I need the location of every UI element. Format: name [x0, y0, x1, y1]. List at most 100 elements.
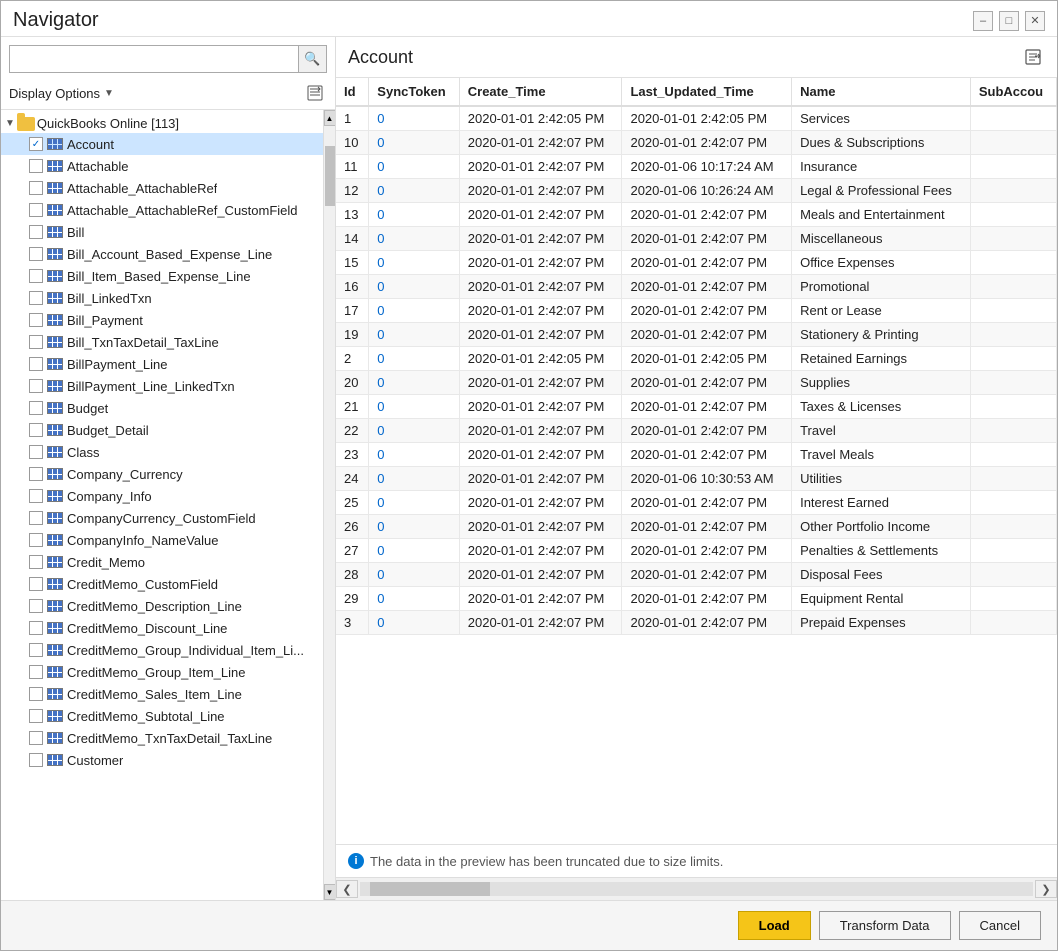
tree-item-class[interactable]: Class: [1, 441, 323, 463]
refresh-button[interactable]: [303, 81, 327, 105]
col-subaccount[interactable]: SubAccou: [970, 78, 1056, 106]
tree-item-billpayment-line-linked[interactable]: BillPayment_Line_LinkedTxn: [1, 375, 323, 397]
tree-item-creditmemo-custom[interactable]: CreditMemo_CustomField: [1, 573, 323, 595]
cancel-button[interactable]: Cancel: [959, 911, 1041, 940]
checkbox-attachable[interactable]: [29, 159, 43, 173]
col-id[interactable]: Id: [336, 78, 369, 106]
tree-item-label-bill-tax: Bill_TxnTaxDetail_TaxLine: [67, 335, 219, 350]
tree-item-companyinfo-namevalue[interactable]: CompanyInfo_NameValue: [1, 529, 323, 551]
cell-synctoken: 0: [369, 515, 459, 539]
checkbox-creditmemo-sales[interactable]: [29, 687, 43, 701]
tree-item-bill-linked[interactable]: Bill_LinkedTxn: [1, 287, 323, 309]
col-last-updated[interactable]: Last_Updated_Time: [622, 78, 792, 106]
cell-last-updated: 2020-01-01 2:42:07 PM: [622, 419, 792, 443]
tree-item-company-info[interactable]: Company_Info: [1, 485, 323, 507]
search-input[interactable]: [10, 48, 298, 71]
checkbox-company-currency-custom[interactable]: [29, 511, 43, 525]
cell-synctoken: 0: [369, 299, 459, 323]
checkbox-creditmemo-desc[interactable]: [29, 599, 43, 613]
checkbox-billpayment-line-linked[interactable]: [29, 379, 43, 393]
cell-name: Penalties & Settlements: [792, 539, 971, 563]
checkbox-company-currency[interactable]: [29, 467, 43, 481]
tree-item-creditmemo-group-individual[interactable]: CreditMemo_Group_Individual_Item_Li...: [1, 639, 323, 661]
col-name[interactable]: Name: [792, 78, 971, 106]
tree-item-attachable-ref[interactable]: Attachable_AttachableRef: [1, 177, 323, 199]
tree-item-creditmemo-subtotal[interactable]: CreditMemo_Subtotal_Line: [1, 705, 323, 727]
tree-item-attachable[interactable]: Attachable: [1, 155, 323, 177]
h-scrollbar-track[interactable]: [360, 882, 1033, 896]
checkbox-creditmemo-tax[interactable]: [29, 731, 43, 745]
display-options-button[interactable]: Display Options ▼: [9, 86, 114, 101]
search-button[interactable]: 🔍: [298, 46, 326, 72]
tree-item-bill-payment[interactable]: Bill_Payment: [1, 309, 323, 331]
h-scrollbar-thumb[interactable]: [370, 882, 490, 896]
tree-item-company-currency-custom[interactable]: CompanyCurrency_CustomField: [1, 507, 323, 529]
display-options-label: Display Options: [9, 86, 100, 101]
checkbox-budget[interactable]: [29, 401, 43, 415]
tree-item-customer[interactable]: Customer: [1, 749, 323, 771]
cell-name: Stationery & Printing: [792, 323, 971, 347]
maximize-button[interactable]: □: [999, 11, 1019, 31]
table-icon-bill-tax: [47, 336, 63, 348]
checkbox-bill-account[interactable]: [29, 247, 43, 261]
scroll-up-button[interactable]: ▲: [324, 110, 336, 126]
checkbox-creditmemo-custom[interactable]: [29, 577, 43, 591]
tree-container[interactable]: ▼ QuickBooks Online [113] ✓ Account: [1, 110, 323, 900]
checkbox-customer[interactable]: [29, 753, 43, 767]
tree-item-creditmemo-group-item[interactable]: CreditMemo_Group_Item_Line: [1, 661, 323, 683]
checkbox-creditmemo-group-individual[interactable]: [29, 643, 43, 657]
table-row: 29 0 2020-01-01 2:42:07 PM 2020-01-01 2:…: [336, 587, 1057, 611]
tree-item-attachable-ref-custom[interactable]: Attachable_AttachableRef_CustomField: [1, 199, 323, 221]
checkbox-company-info[interactable]: [29, 489, 43, 503]
checkbox-bill-item[interactable]: [29, 269, 43, 283]
tree-item-label-budget-detail: Budget_Detail: [67, 423, 149, 438]
load-button[interactable]: Load: [738, 911, 811, 940]
scroll-right-button[interactable]: ❯: [1035, 880, 1057, 898]
checkbox-companyinfo-namevalue[interactable]: [29, 533, 43, 547]
scroll-thumb[interactable]: [325, 146, 335, 206]
checkbox-creditmemo-discount[interactable]: [29, 621, 43, 635]
checkbox-account[interactable]: ✓: [29, 137, 43, 151]
checkbox-attachable-ref[interactable]: [29, 181, 43, 195]
tree-item-company-currency[interactable]: Company_Currency: [1, 463, 323, 485]
scroll-left-button[interactable]: ❮: [336, 880, 358, 898]
checkbox-creditmemo-group-item[interactable]: [29, 665, 43, 679]
tree-item-creditmemo-tax[interactable]: CreditMemo_TxnTaxDetail_TaxLine: [1, 727, 323, 749]
tree-root-item[interactable]: ▼ QuickBooks Online [113]: [1, 114, 323, 133]
tree-item-credit-memo[interactable]: Credit_Memo: [1, 551, 323, 573]
tree-item-label-creditmemo-sales: CreditMemo_Sales_Item_Line: [67, 687, 242, 702]
col-synctoken[interactable]: SyncToken: [369, 78, 459, 106]
checkbox-class[interactable]: [29, 445, 43, 459]
checkbox-attachable-ref-custom[interactable]: [29, 203, 43, 217]
checkbox-bill[interactable]: [29, 225, 43, 239]
tree-item-bill[interactable]: Bill: [1, 221, 323, 243]
tree-item-bill-item[interactable]: Bill_Item_Based_Expense_Line: [1, 265, 323, 287]
tree-item-creditmemo-discount[interactable]: CreditMemo_Discount_Line: [1, 617, 323, 639]
tree-item-billpayment-line[interactable]: BillPayment_Line: [1, 353, 323, 375]
tree-item-budget[interactable]: Budget: [1, 397, 323, 419]
close-button[interactable]: ✕: [1025, 11, 1045, 31]
data-table-wrapper[interactable]: Id SyncToken Create_Time Last_Updated_Ti…: [336, 78, 1057, 844]
tree-item-creditmemo-desc[interactable]: CreditMemo_Description_Line: [1, 595, 323, 617]
tree-item-bill-account[interactable]: Bill_Account_Based_Expense_Line: [1, 243, 323, 265]
checkbox-creditmemo-subtotal[interactable]: [29, 709, 43, 723]
horizontal-scrollbar[interactable]: ❮ ❯: [336, 877, 1057, 900]
cell-name: Utilities: [792, 467, 971, 491]
transform-data-button[interactable]: Transform Data: [819, 911, 951, 940]
checkbox-bill-linked[interactable]: [29, 291, 43, 305]
tree-item-bill-tax[interactable]: Bill_TxnTaxDetail_TaxLine: [1, 331, 323, 353]
tree-item-creditmemo-sales[interactable]: CreditMemo_Sales_Item_Line: [1, 683, 323, 705]
tree-item-account[interactable]: ✓ Account: [1, 133, 323, 155]
checkbox-budget-detail[interactable]: [29, 423, 43, 437]
minimize-button[interactable]: –: [973, 11, 993, 31]
tree-scrollbar[interactable]: ▲ ▼: [323, 110, 335, 900]
col-create-time[interactable]: Create_Time: [459, 78, 622, 106]
checkbox-billpayment-line[interactable]: [29, 357, 43, 371]
export-icon-button[interactable]: [1021, 45, 1045, 69]
tree-item-budget-detail[interactable]: Budget_Detail: [1, 419, 323, 441]
checkbox-credit-memo[interactable]: [29, 555, 43, 569]
scroll-down-button[interactable]: ▼: [324, 884, 336, 900]
checkbox-bill-tax[interactable]: [29, 335, 43, 349]
checkbox-bill-payment[interactable]: [29, 313, 43, 327]
cell-synctoken: 0: [369, 155, 459, 179]
